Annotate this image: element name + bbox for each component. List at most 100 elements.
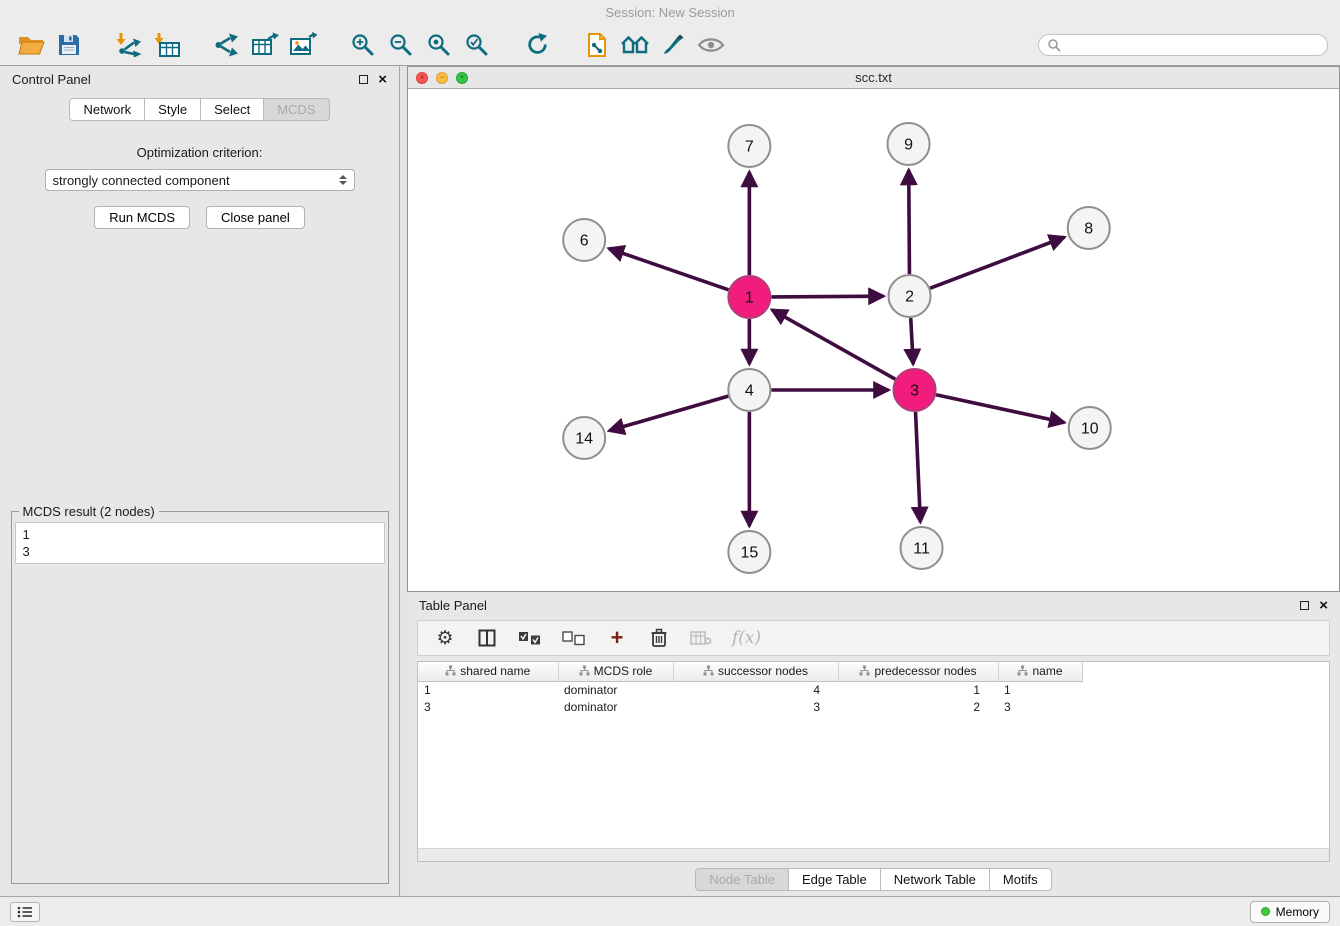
export-network-icon: [214, 32, 240, 58]
edge-3-10[interactable]: [936, 395, 1064, 423]
control-tab-style[interactable]: Style: [145, 98, 201, 121]
save-session-button[interactable]: [50, 28, 88, 62]
node-9[interactable]: 9: [888, 123, 930, 165]
edge-3-1[interactable]: [772, 310, 895, 379]
table-tab-edge-table[interactable]: Edge Table: [789, 868, 881, 891]
edge-2-9[interactable]: [909, 170, 910, 274]
open-session-button[interactable]: [12, 28, 50, 62]
edge-2-8[interactable]: [930, 237, 1064, 288]
node-1[interactable]: 1: [728, 276, 770, 318]
apply-style-button[interactable]: [654, 28, 692, 62]
status-bar: Memory: [0, 896, 1340, 926]
run-mcds-button[interactable]: Run MCDS: [94, 206, 190, 229]
first-neighbors-button[interactable]: [616, 28, 654, 62]
cell-shared-name[interactable]: 1: [418, 681, 558, 698]
table-tab-motifs[interactable]: Motifs: [990, 868, 1052, 891]
node-6[interactable]: 6: [563, 219, 605, 261]
network-graph[interactable]: 7 9 6 8 1 2 4 3 14 10 15 11: [408, 89, 1339, 591]
window-minimize-icon[interactable]: −: [436, 72, 448, 84]
column-type-icon: [579, 665, 590, 676]
cell-name[interactable]: 1: [998, 681, 1082, 698]
export-image-icon: [289, 32, 317, 58]
refresh-network-button[interactable]: [518, 28, 556, 62]
import-network-button[interactable]: [110, 28, 148, 62]
cell-mcds-role[interactable]: dominator: [558, 698, 673, 715]
new-network-from-selection-button[interactable]: [578, 28, 616, 62]
control-panel: Control Panel × NetworkStyleSelectMCDS O…: [0, 66, 400, 896]
node-table-header-row: shared nameMCDS rolesuccessor nodes prede…: [418, 662, 1329, 681]
mcds-result-box[interactable]: 13: [15, 522, 385, 564]
table-row[interactable]: 3dominator323: [418, 698, 1329, 715]
column-header-predecessor-nodes[interactable]: predecessor nodes: [838, 662, 998, 681]
deselect-all-button[interactable]: [562, 631, 586, 646]
float-panel-icon[interactable]: [359, 75, 368, 84]
column-header-label: predecessor nodes: [874, 664, 976, 678]
zoom-in-button[interactable]: [344, 28, 382, 62]
column-visibility-icon: [478, 629, 496, 647]
window-close-icon[interactable]: ×: [416, 72, 428, 84]
table-horizontal-scrollbar[interactable]: [418, 848, 1329, 861]
cell-successor-nodes[interactable]: 4: [673, 681, 838, 698]
control-tab-network[interactable]: Network: [69, 98, 145, 121]
column-header-mcds-role[interactable]: MCDS role: [558, 662, 673, 681]
search-box[interactable]: [1038, 34, 1328, 56]
show-hide-button[interactable]: [692, 28, 730, 62]
export-image-button[interactable]: [284, 28, 322, 62]
zoom-selected-button[interactable]: [458, 28, 496, 62]
close-table-panel-icon[interactable]: ×: [1319, 598, 1328, 613]
table-panel: Table Panel × ⚙: [407, 592, 1340, 896]
node-10[interactable]: 10: [1069, 407, 1111, 449]
table-tab-node-table[interactable]: Node Table: [695, 868, 789, 891]
import-table-button[interactable]: [148, 28, 186, 62]
close-panel-button[interactable]: Close panel: [206, 206, 305, 229]
control-panel-header: Control Panel ×: [0, 66, 399, 92]
table-row[interactable]: 1dominator411: [418, 681, 1329, 698]
cell-successor-nodes[interactable]: 3: [673, 698, 838, 715]
search-input[interactable]: [1066, 38, 1319, 52]
optimization-criterion-select[interactable]: strongly connected component: [45, 169, 355, 191]
export-table-button[interactable]: [246, 28, 284, 62]
node-8[interactable]: 8: [1068, 207, 1110, 249]
select-all-button[interactable]: [518, 631, 542, 646]
control-tab-select[interactable]: Select: [201, 98, 264, 121]
cell-name[interactable]: 3: [998, 698, 1082, 715]
cell-predecessor-nodes[interactable]: 1: [838, 681, 998, 698]
node-label: 3: [910, 383, 919, 400]
node-4[interactable]: 4: [728, 369, 770, 411]
cell-mcds-role[interactable]: dominator: [558, 681, 673, 698]
close-panel-icon[interactable]: ×: [378, 72, 387, 87]
add-column-button[interactable]: +: [606, 627, 628, 649]
delete-table-button[interactable]: [690, 630, 712, 646]
edge-3-11[interactable]: [916, 412, 921, 522]
float-table-panel-icon[interactable]: [1300, 601, 1309, 610]
edge-1-6[interactable]: [609, 249, 729, 290]
column-header-successor-nodes[interactable]: successor nodes: [673, 662, 838, 681]
cell-predecessor-nodes[interactable]: 2: [838, 698, 998, 715]
column-visibility-button[interactable]: [476, 629, 498, 647]
node-7[interactable]: 7: [728, 125, 770, 167]
zoom-out-button[interactable]: [382, 28, 420, 62]
export-network-button[interactable]: [208, 28, 246, 62]
zoom-fit-button[interactable]: [420, 28, 458, 62]
node-15[interactable]: 15: [728, 531, 770, 573]
panel-menu-button[interactable]: [10, 902, 40, 922]
node-2[interactable]: 2: [889, 275, 931, 317]
column-header-shared-name[interactable]: shared name: [418, 662, 558, 681]
edge-1-2[interactable]: [771, 296, 883, 297]
edge-4-14[interactable]: [609, 396, 728, 431]
column-header-name[interactable]: name: [998, 662, 1082, 681]
table-tab-network-table[interactable]: Network Table: [881, 868, 990, 891]
control-tab-mcds[interactable]: MCDS: [264, 98, 329, 121]
node-14[interactable]: 14: [563, 417, 605, 459]
edge-2-3[interactable]: [911, 318, 913, 364]
memory-button[interactable]: Memory: [1250, 901, 1330, 923]
table-settings-button[interactable]: ⚙: [434, 629, 456, 648]
cell-shared-name[interactable]: 3: [418, 698, 558, 715]
node-11[interactable]: 11: [901, 527, 943, 569]
node-3[interactable]: 3: [894, 369, 936, 411]
network-canvas[interactable]: 7 9 6 8 1 2 4 3 14 10 15 11: [408, 89, 1339, 591]
function-builder-button[interactable]: f(x): [732, 628, 761, 648]
delete-column-button[interactable]: [648, 628, 670, 648]
mcds-result-group: MCDS result (2 nodes) 13: [11, 504, 389, 884]
window-zoom-icon[interactable]: +: [456, 72, 468, 84]
